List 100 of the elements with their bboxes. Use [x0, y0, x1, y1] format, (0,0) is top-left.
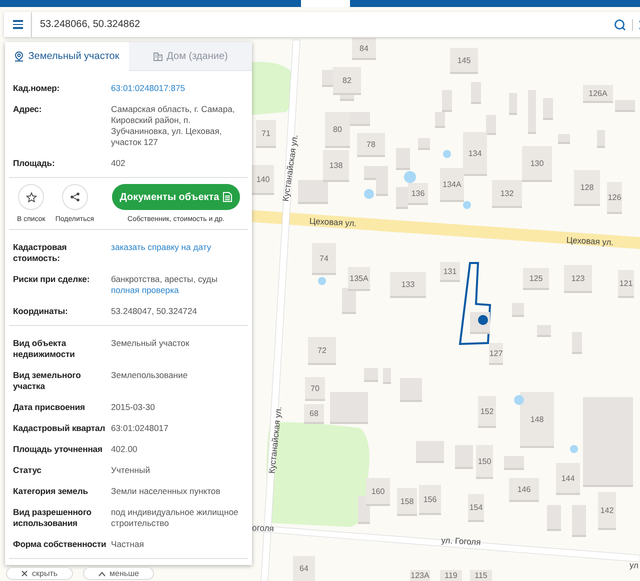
building [512, 303, 524, 315]
field-value: 63:01:0248017 [111, 423, 170, 434]
share-button[interactable] [62, 184, 88, 210]
field-value: 2015-03-30 [111, 402, 156, 413]
map-dot [443, 150, 451, 158]
field-label: Кадастровый квартал [13, 423, 106, 434]
map-dot [404, 171, 416, 183]
field-label: Площадь: [13, 158, 56, 169]
building: 142 [598, 492, 616, 528]
building: 70 [305, 377, 325, 399]
field-value: Земельный участок [111, 338, 190, 349]
field-label: Риски при сделке: [13, 274, 91, 286]
building [418, 138, 430, 148]
building: 119 [440, 570, 462, 581]
building [298, 180, 328, 202]
field-value: 402.00 [111, 444, 138, 455]
map-dot [570, 445, 578, 453]
building: 115 [470, 570, 492, 581]
map-dot [514, 395, 524, 405]
field-value: банкротства, аресты, суды [111, 274, 218, 285]
building: 68 [304, 404, 324, 422]
street-name: оголя [252, 522, 274, 534]
building: 150 [476, 445, 493, 477]
building: 158 [397, 488, 417, 514]
building [528, 90, 536, 132]
field-label: Статус [13, 465, 42, 476]
building [547, 505, 561, 529]
building: 144 [556, 463, 580, 493]
menu-icon[interactable] [4, 12, 32, 37]
building [416, 441, 444, 461]
field-value: Землепользование [111, 370, 189, 381]
building: 130 [522, 146, 552, 180]
building [597, 130, 605, 146]
building [396, 187, 408, 207]
building [455, 445, 473, 467]
star-button[interactable] [18, 184, 44, 210]
building: 140 [252, 165, 274, 193]
building: 72 [308, 337, 336, 363]
field-value: 402 [111, 158, 126, 169]
building [572, 332, 582, 352]
documents-button[interactable]: Документы объекта [112, 184, 240, 210]
building: 132 [492, 180, 522, 206]
building: 82 [333, 67, 361, 93]
building: 134А [440, 168, 464, 200]
field-value: Учтенный [111, 465, 152, 476]
close-icon [21, 570, 28, 577]
field-label: Вид земельного участка [13, 370, 82, 392]
field-link[interactable]: заказать справку на дату [111, 242, 248, 253]
field-label: Вид разрешенного использования [13, 507, 92, 529]
building: 152 [478, 396, 496, 426]
building-icon [152, 51, 163, 61]
building: 127 [489, 343, 503, 363]
building [400, 378, 422, 400]
collapse-button[interactable]: меньше [82, 567, 154, 580]
building [558, 134, 570, 142]
building: 138 [323, 150, 349, 180]
building [504, 456, 524, 468]
building [442, 90, 452, 110]
building [383, 368, 391, 382]
field-label: Кад.номер: [13, 83, 61, 94]
field-label: Дата присвоения [13, 402, 86, 413]
building: 156 [419, 485, 441, 513]
field-link[interactable]: 63:01:0248017:875 [111, 83, 248, 94]
field-value: Земли населенных пунктов [111, 486, 222, 497]
building [537, 325, 551, 335]
building: 134 [463, 132, 487, 174]
building: 80 [325, 112, 350, 146]
building: 126А [583, 85, 613, 101]
building: 123 [564, 265, 592, 291]
building: 148 [520, 392, 554, 446]
hide-button[interactable]: скрыть [6, 567, 73, 580]
field-label: Категория земель [13, 486, 89, 497]
building: 128 [574, 170, 600, 204]
building: 145 [450, 48, 478, 72]
share-icon [70, 192, 80, 202]
tab[interactable]: Земельный участок [5, 42, 128, 71]
field-value: Частная [111, 539, 145, 550]
building: 146 [509, 478, 539, 500]
search-field[interactable]: 53.248066, 50.324862 [32, 12, 640, 37]
building [330, 392, 368, 422]
tab[interactable]: Дом (здание) [128, 42, 252, 71]
building [486, 115, 496, 133]
field-label: Площадь уточненная [13, 444, 104, 455]
street-name: Цеховая ул. [309, 216, 357, 228]
street-name: ул [629, 560, 639, 570]
field-value: под индивидуальное жилищное строительство [111, 507, 240, 529]
star-icon [26, 192, 37, 202]
building: 78 [357, 133, 385, 155]
building [543, 98, 553, 118]
building [342, 288, 356, 312]
field-label: Координаты: [13, 306, 69, 317]
building: 126 [607, 182, 622, 212]
building [396, 148, 410, 168]
field-link[interactable]: полная проверка [111, 285, 248, 296]
street-name: Кустанайская ул. [280, 134, 300, 202]
street-name: Цеховая ул. [566, 234, 614, 248]
field-value: Самарская область, г. Самара, Кировский район, п. Зубчаниновка, ул. Цеховая, участок 127 [111, 104, 236, 148]
location-icon [14, 51, 24, 62]
building: 84 [352, 38, 376, 58]
search-icon[interactable] [614, 18, 626, 30]
